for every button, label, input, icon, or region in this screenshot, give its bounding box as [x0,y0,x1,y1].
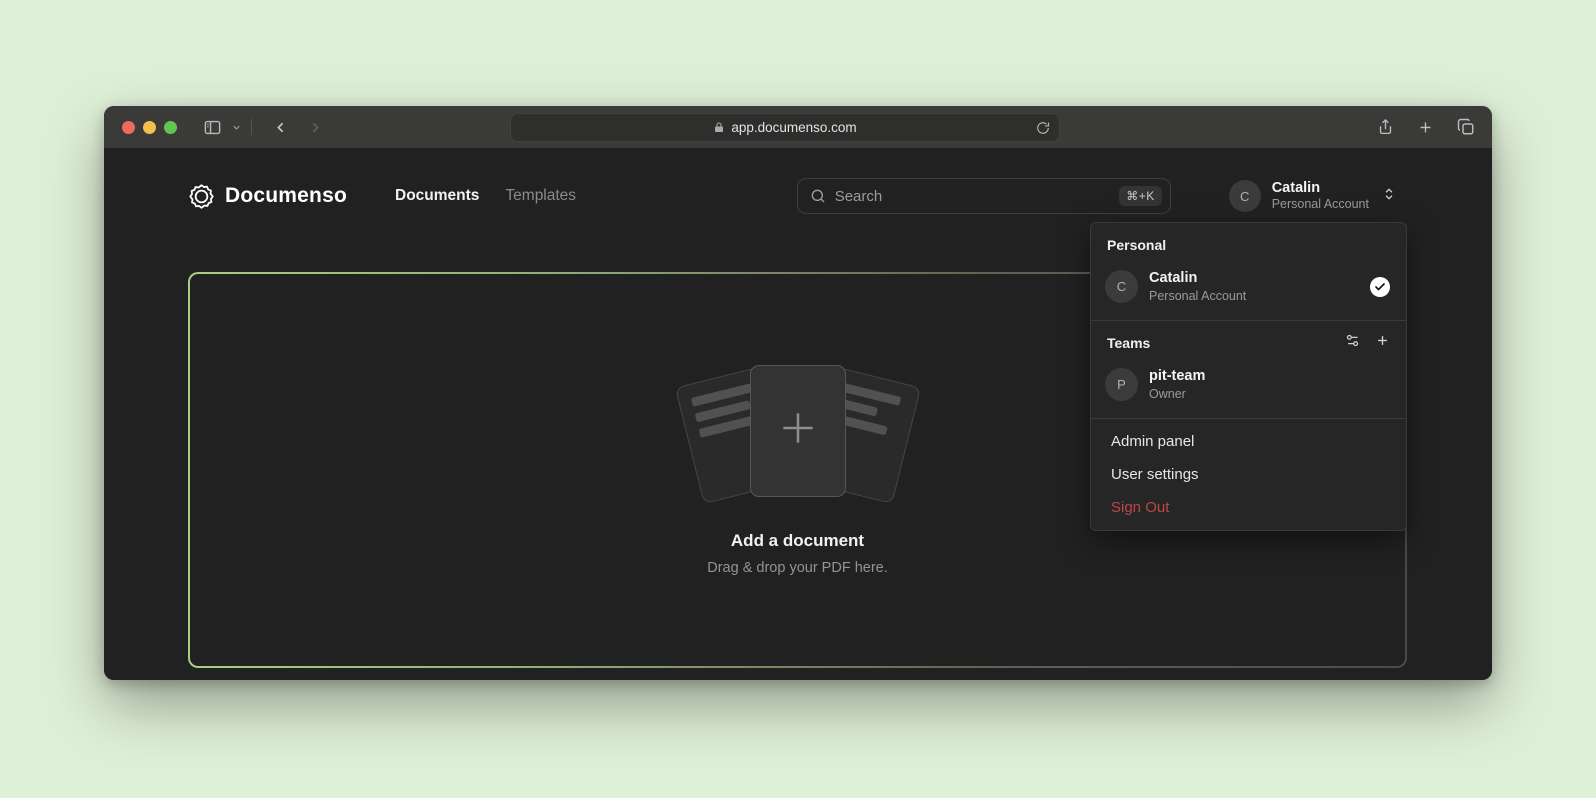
brand-name: Documenso [225,184,347,208]
teams-label: Teams [1107,335,1150,351]
personal-avatar: C [1105,270,1138,303]
personal-account-text: Catalin Personal Account [1149,269,1246,304]
browser-window: app.documenso.com [104,106,1492,680]
account-dropdown-menu: Personal C Catalin Personal Account Team… [1090,222,1407,531]
account-text: Catalin Personal Account [1272,179,1369,213]
menu-item-sign-out[interactable]: Sign Out [1091,491,1406,524]
plus-icon [1417,119,1434,136]
close-window-button[interactable] [122,121,135,134]
account-name: Catalin [1272,179,1369,197]
team-role: Owner [1149,386,1205,402]
new-tab-button[interactable] [1417,119,1434,136]
create-team-button[interactable] [1375,333,1390,353]
dropzone-subtitle: Drag & drop your PDF here. [707,560,888,576]
forward-button[interactable] [307,119,324,136]
search-icon [810,188,826,204]
tab-overview-button[interactable] [1457,118,1475,136]
team-avatar: P [1105,368,1138,401]
reload-icon [1036,121,1050,135]
chevron-left-icon [272,119,289,136]
share-button[interactable] [1377,118,1394,136]
team-name: pit-team [1149,367,1205,386]
reload-button[interactable] [1036,121,1050,135]
sidebar-menu-chevron[interactable] [231,122,242,133]
zoom-window-button[interactable] [164,121,177,134]
toolbar-right-actions [1377,118,1475,136]
menu-item-team[interactable]: P pit-team Owner [1091,359,1406,412]
main-nav: Documents Templates [395,187,576,205]
settings-sliders-icon [1345,333,1360,348]
nav-templates[interactable]: Templates [505,187,576,205]
chevrons-up-down-icon [1382,187,1396,206]
share-icon [1377,118,1394,136]
search-shortcut-badge: ⌘+K [1119,186,1162,206]
menu-item-user-settings[interactable]: User settings [1091,458,1406,491]
back-button[interactable] [272,119,289,136]
personal-account-name: Catalin [1149,269,1246,288]
brand[interactable]: Documenso [188,183,347,210]
search-input[interactable]: Search ⌘+K [797,178,1171,214]
dropzone-title: Add a document [731,531,864,551]
manage-teams-button[interactable] [1345,333,1360,353]
sidebar-icon [203,118,222,137]
menu-section-teams: Teams [1091,327,1406,359]
team-text: pit-team Owner [1149,367,1205,402]
minimize-window-button[interactable] [143,121,156,134]
toolbar-divider [251,119,252,135]
lock-icon [713,121,725,134]
menu-item-personal-account[interactable]: C Catalin Personal Account [1091,261,1406,314]
plus-icon [776,406,820,455]
selected-check-icon [1370,277,1390,297]
traffic-lights [122,121,177,134]
tabs-icon [1457,118,1475,136]
address-bar[interactable]: app.documenso.com [510,113,1060,142]
personal-account-type: Personal Account [1149,288,1246,304]
documenso-app: Documenso Documents Templates Search ⌘+K… [104,148,1492,680]
account-menu-button[interactable]: C Catalin Personal Account [1229,179,1396,213]
browser-toolbar: app.documenso.com [104,106,1492,148]
chevron-down-icon [231,122,242,133]
documenso-logo-icon [188,183,215,210]
sidebar-toggle-button[interactable] [203,118,222,137]
account-avatar: C [1229,180,1261,212]
nav-documents[interactable]: Documents [395,187,479,205]
menu-divider [1091,418,1406,419]
plus-icon [1375,333,1390,348]
address-url: app.documenso.com [731,120,856,135]
menu-section-personal: Personal [1091,233,1406,261]
search-placeholder: Search [835,188,883,205]
menu-item-admin-panel[interactable]: Admin panel [1091,425,1406,458]
add-document-card [750,365,846,497]
teams-actions [1345,333,1390,353]
menu-divider [1091,320,1406,321]
account-type: Personal Account [1272,197,1369,213]
document-stack-illustration [678,365,918,499]
chevron-right-icon [307,119,324,136]
